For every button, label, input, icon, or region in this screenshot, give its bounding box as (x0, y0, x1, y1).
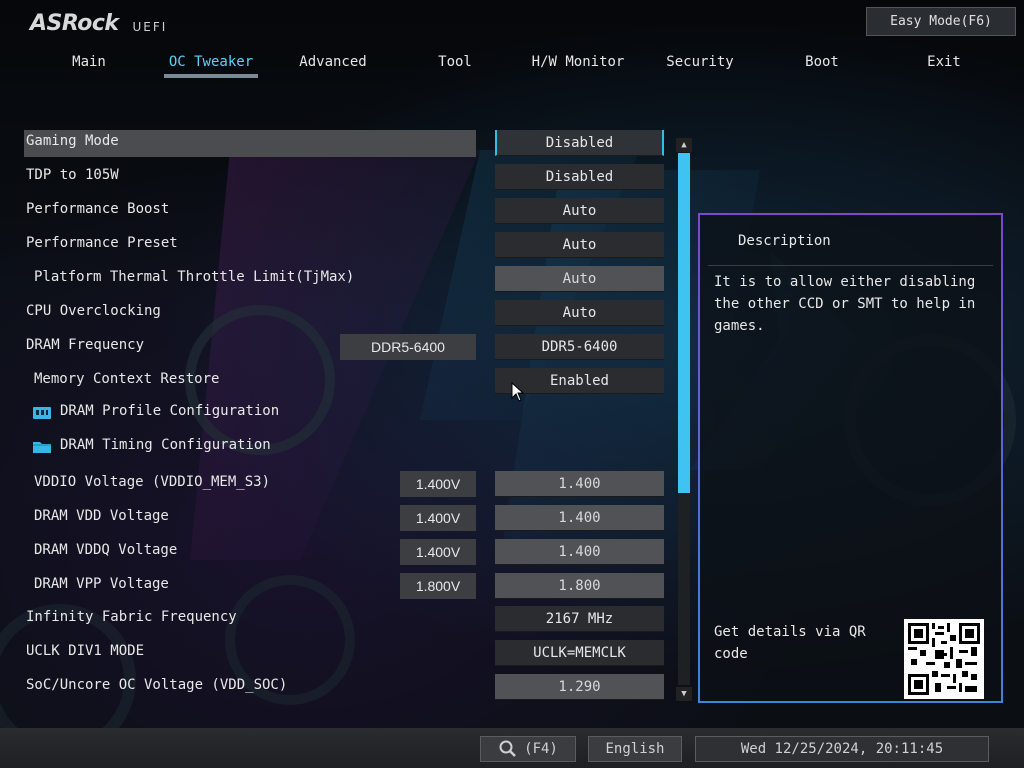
gaming-mode-select[interactable]: Disabled (495, 130, 664, 156)
description-panel: Description It is to allow either disabl… (698, 213, 1003, 703)
infinity-fabric-select[interactable]: 2167 MHz (495, 606, 664, 632)
dram-frequency-select[interactable]: DDR5-6400 (495, 334, 664, 360)
current-value-badge: 1.400V (400, 471, 476, 497)
memory-module-icon (33, 407, 51, 419)
setting-row-performance-boost[interactable]: Performance Boost Auto (24, 195, 664, 224)
setting-label: Performance Preset (26, 235, 178, 251)
setting-row-performance-preset[interactable]: Performance Preset Auto (24, 229, 664, 258)
tab-security[interactable]: Security (639, 50, 761, 78)
setting-label: DRAM VDDQ Voltage (34, 542, 178, 558)
datetime-display: Wed 12/25/2024, 20:11:45 (695, 736, 989, 762)
uclk-div1-select[interactable]: UCLK=MEMCLK (495, 640, 664, 666)
setting-row-tdp[interactable]: TDP to 105W Disabled (24, 161, 664, 190)
tab-bar: Main OC Tweaker Advanced Tool H/W Monito… (28, 50, 1008, 80)
setting-row-dram-frequency[interactable]: DRAM Frequency DDR5-6400 DDR5-6400 (24, 331, 664, 360)
search-shortcut: (F4) (524, 741, 558, 757)
submenu-label: DRAM Timing Configuration (60, 437, 271, 453)
search-button[interactable]: (F4) (480, 736, 576, 762)
setting-row-memory-context-restore[interactable]: Memory Context Restore Enabled (24, 365, 664, 394)
setting-row-infinity-fabric[interactable]: Infinity Fabric Frequency 2167 MHz (24, 603, 664, 632)
divider (708, 265, 993, 266)
logo-text: ASRock (30, 11, 119, 36)
setting-label: SoC/Uncore OC Voltage (VDD_SOC) (26, 677, 288, 693)
thermal-throttle-select[interactable]: Auto (495, 266, 664, 292)
setting-label: CPU Overclocking (26, 303, 161, 319)
qr-caption: Get details via QR code (714, 624, 866, 662)
tdp-select[interactable]: Disabled (495, 164, 664, 190)
setting-row-dram-vddq[interactable]: DRAM VDDQ Voltage 1.400V 1.400 (24, 536, 664, 565)
dram-vddq-input[interactable]: 1.400 (495, 539, 664, 565)
setting-label: Platform Thermal Throttle Limit(TjMax) (34, 269, 355, 285)
current-value-badge: DDR5-6400 (340, 334, 476, 360)
setting-label: DRAM VPP Voltage (34, 576, 169, 592)
setting-row-vddio-voltage[interactable]: VDDIO Voltage (VDDIO_MEM_S3) 1.400V 1.40… (24, 468, 664, 497)
tab-hw-monitor[interactable]: H/W Monitor (517, 50, 639, 78)
description-title: Description (738, 233, 831, 249)
dram-vpp-input[interactable]: 1.800 (495, 573, 664, 599)
performance-boost-select[interactable]: Auto (495, 198, 664, 224)
settings-list: Gaming Mode Disabled TDP to 105W Disable… (24, 127, 664, 707)
tab-oc-tweaker[interactable]: OC Tweaker (150, 50, 272, 78)
setting-label: VDDIO Voltage (VDDIO_MEM_S3) (34, 474, 271, 490)
qr-code-icon (904, 619, 984, 699)
tab-advanced[interactable]: Advanced (272, 50, 394, 78)
tab-main[interactable]: Main (28, 50, 150, 78)
description-text: It is to allow either disabling the othe… (714, 274, 976, 334)
brand-logo: ASRock UEFI (30, 10, 167, 36)
cpu-overclocking-select[interactable]: Auto (495, 300, 664, 326)
submenu-dram-profile[interactable]: DRAM Profile Configuration (24, 397, 664, 425)
setting-label: TDP to 105W (26, 167, 119, 183)
setting-row-cpu-overclocking[interactable]: CPU Overclocking Auto (24, 297, 664, 326)
setting-label: UCLK DIV1 MODE (26, 643, 145, 659)
folder-icon (33, 442, 51, 453)
setting-label: Performance Boost (26, 201, 170, 217)
scroll-up-icon[interactable]: ▲ (676, 138, 692, 152)
easy-mode-button[interactable]: Easy Mode(F6) (866, 7, 1016, 36)
search-icon (499, 740, 517, 757)
submenu-label: DRAM Profile Configuration (60, 403, 280, 419)
submenu-dram-timing[interactable]: DRAM Timing Configuration (24, 431, 664, 459)
performance-preset-select[interactable]: Auto (495, 232, 664, 258)
language-button[interactable]: English (588, 736, 682, 762)
footer-bar: (F4) English Wed 12/25/2024, 20:11:45 (0, 728, 1024, 768)
tab-boot[interactable]: Boot (761, 50, 883, 78)
scroll-down-icon[interactable]: ▼ (676, 687, 692, 701)
soc-voltage-input[interactable]: 1.290 (495, 674, 664, 700)
setting-row-dram-vpp[interactable]: DRAM VPP Voltage 1.800V 1.800 (24, 570, 664, 599)
current-value-badge: 1.400V (400, 539, 476, 565)
setting-row-uclk-div1[interactable]: UCLK DIV1 MODE UCLK=MEMCLK (24, 637, 664, 666)
setting-row-soc-voltage[interactable]: SoC/Uncore OC Voltage (VDD_SOC) 1.290 (24, 671, 664, 700)
current-value-badge: 1.800V (400, 573, 476, 599)
tab-tool[interactable]: Tool (394, 50, 516, 78)
vddio-voltage-input[interactable]: 1.400 (495, 471, 664, 497)
dram-vdd-input[interactable]: 1.400 (495, 505, 664, 531)
setting-row-thermal-throttle[interactable]: Platform Thermal Throttle Limit(TjMax) A… (24, 263, 664, 292)
setting-label: Gaming Mode (26, 133, 119, 149)
tab-exit[interactable]: Exit (883, 50, 1005, 78)
mouse-cursor-icon (511, 382, 525, 402)
setting-label: Memory Context Restore (34, 371, 220, 387)
setting-row-gaming-mode[interactable]: Gaming Mode Disabled (24, 127, 664, 157)
setting-label: DRAM VDD Voltage (34, 508, 169, 524)
setting-label: DRAM Frequency (26, 337, 145, 353)
current-value-badge: 1.400V (400, 505, 476, 531)
logo-subtitle: UEFI (132, 20, 168, 34)
scrollbar-thumb[interactable] (678, 153, 690, 493)
setting-row-dram-vdd[interactable]: DRAM VDD Voltage 1.400V 1.400 (24, 502, 664, 531)
setting-label: Infinity Fabric Frequency (26, 609, 237, 625)
